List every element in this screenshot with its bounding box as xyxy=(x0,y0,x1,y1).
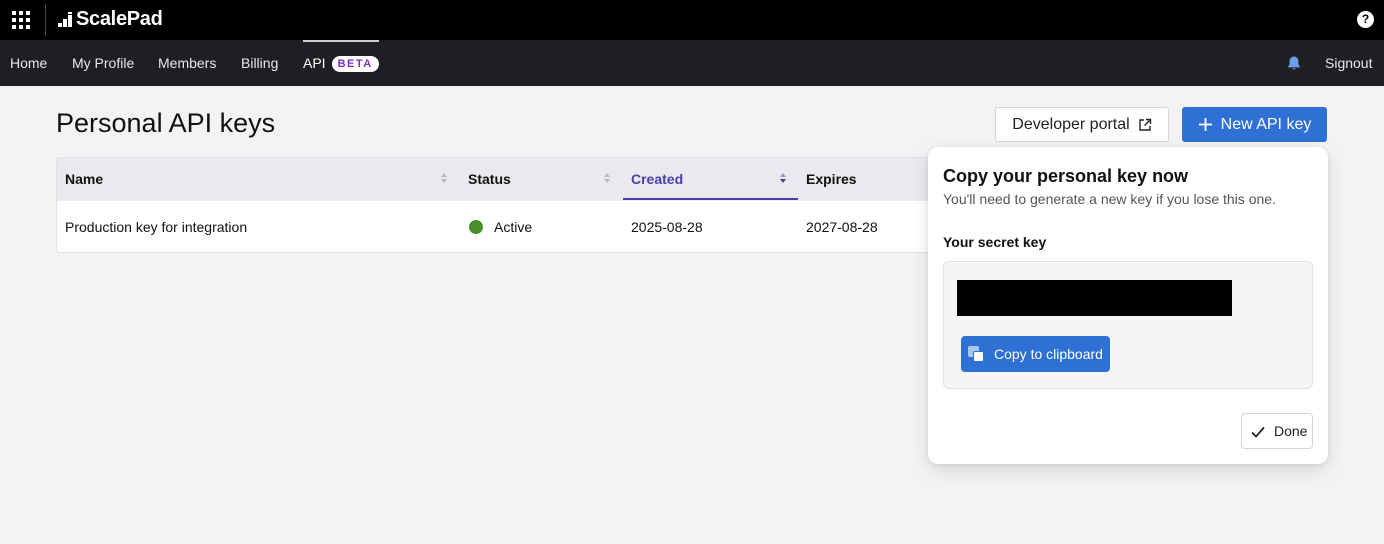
nav-item-api-label: API xyxy=(303,55,326,71)
plus-icon xyxy=(1198,118,1212,131)
cell-created: 2025-08-28 xyxy=(631,219,703,235)
new-key-popover: Copy your personal key now You'll need t… xyxy=(928,147,1328,464)
top-bar: ScalePad ? xyxy=(0,0,1384,40)
column-header-name-label: Name xyxy=(65,171,104,187)
apps-grid-icon[interactable] xyxy=(12,11,30,29)
external-link-icon xyxy=(1139,118,1151,131)
column-header-expires-label: Expires xyxy=(806,171,857,187)
table-header: Name Status Created Expires xyxy=(57,158,955,200)
nav-item-billing[interactable]: Billing xyxy=(241,40,278,86)
api-keys-table: Name Status Created Expires Production k… xyxy=(56,157,956,253)
signout-link[interactable]: Signout xyxy=(1325,40,1372,86)
nav-item-home[interactable]: Home xyxy=(10,40,47,86)
copy-to-clipboard-button[interactable]: Copy to clipboard xyxy=(961,336,1110,372)
cell-name: Production key for integration xyxy=(65,219,248,235)
page-title: Personal API keys xyxy=(56,108,276,138)
cell-status: Active xyxy=(469,201,533,252)
column-header-created[interactable]: Created xyxy=(623,158,798,200)
developer-portal-label: Developer portal xyxy=(1012,115,1130,133)
help-icon[interactable]: ? xyxy=(1357,11,1374,28)
sort-desc-icon[interactable] xyxy=(780,173,786,185)
nav-item-api[interactable]: API BETA xyxy=(303,40,379,86)
nav-item-members[interactable]: Members xyxy=(158,40,216,86)
status-label: Active xyxy=(494,219,533,235)
status-active-dot xyxy=(469,220,483,234)
table-row[interactable]: Production key for integration Active 20… xyxy=(57,200,955,252)
secret-key-label: Your secret key xyxy=(943,234,1047,250)
column-header-status-label: Status xyxy=(468,171,511,187)
column-header-created-label: Created xyxy=(631,171,684,187)
popover-subtitle: You'll need to generate a new key if you… xyxy=(943,191,1276,207)
sort-icon[interactable] xyxy=(441,173,447,185)
scalepad-logo[interactable]: ScalePad xyxy=(58,8,163,31)
popover-title: Copy your personal key now xyxy=(943,166,1189,186)
column-header-status[interactable]: Status xyxy=(468,158,618,200)
secret-key-box: Copy to clipboard xyxy=(943,261,1313,389)
topbar-divider xyxy=(45,4,46,36)
sort-icon[interactable] xyxy=(604,173,610,185)
developer-portal-button[interactable]: Developer portal xyxy=(995,107,1169,142)
main-nav: Home My Profile Members Billing API BETA … xyxy=(0,40,1384,86)
done-label: Done xyxy=(1274,423,1308,439)
new-api-key-label: New API key xyxy=(1220,115,1312,133)
copy-to-clipboard-label: Copy to clipboard xyxy=(994,346,1103,362)
bell-icon[interactable] xyxy=(1286,55,1302,71)
column-header-name[interactable]: Name xyxy=(65,158,453,200)
logo-mark-icon xyxy=(58,11,74,28)
brand-name: ScalePad xyxy=(76,8,163,30)
cell-expires: 2027-08-28 xyxy=(806,219,878,235)
beta-badge: BETA xyxy=(331,56,379,72)
done-button[interactable]: Done xyxy=(1241,413,1313,449)
new-api-key-button[interactable]: New API key xyxy=(1182,107,1327,142)
secret-key-value[interactable] xyxy=(957,280,1232,316)
copy-icon xyxy=(968,346,984,362)
nav-item-my-profile[interactable]: My Profile xyxy=(72,40,134,86)
checkmark-icon xyxy=(1251,426,1265,438)
